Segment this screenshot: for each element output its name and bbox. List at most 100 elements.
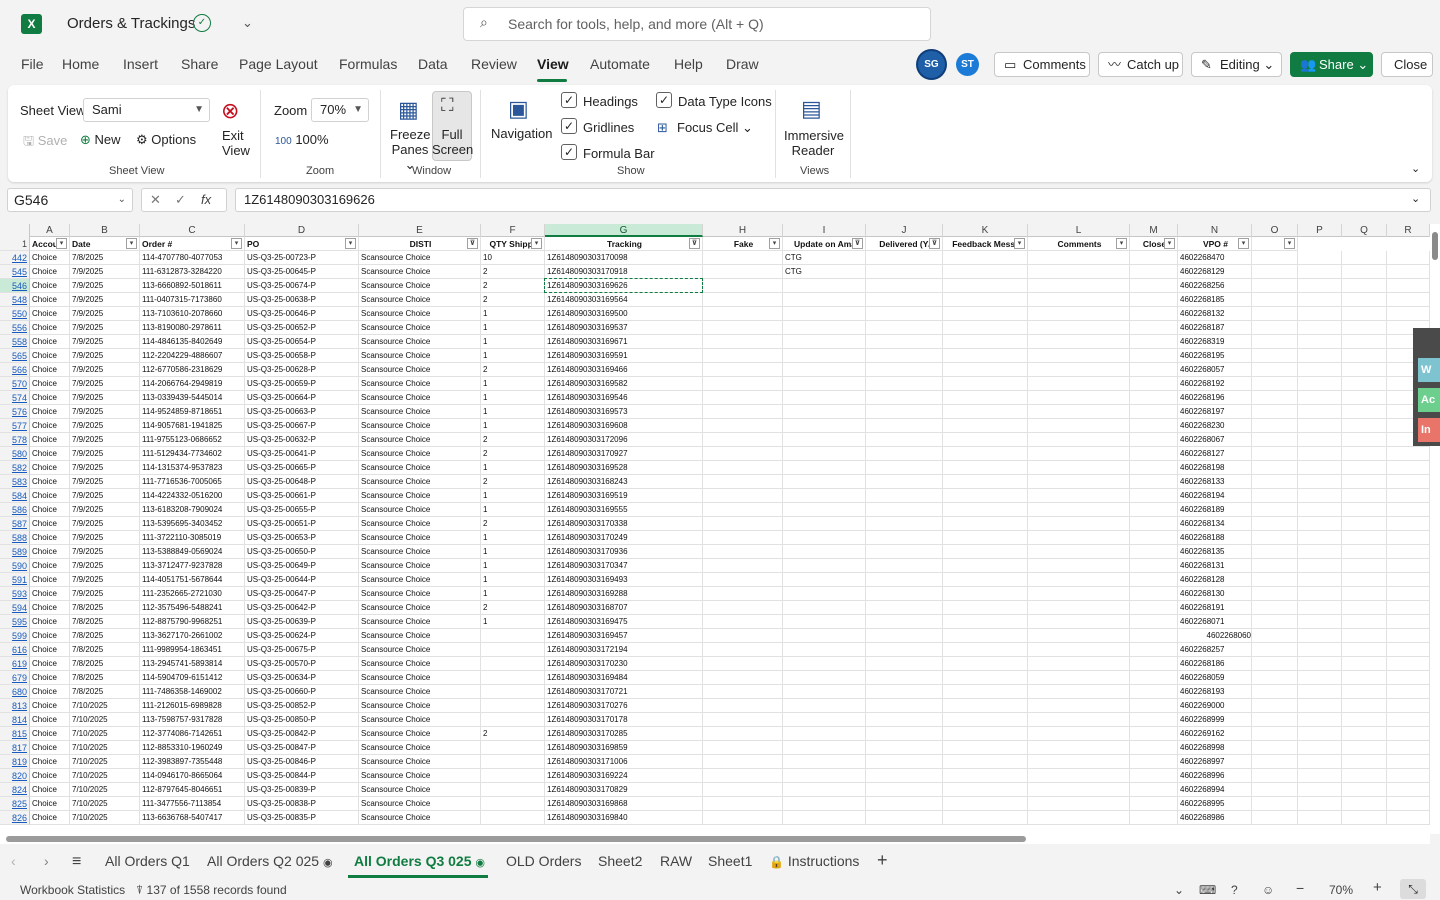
cell-c[interactable]: 111-3722110-3085019 <box>140 531 245 545</box>
tab-scroll-right-icon[interactable]: › <box>44 853 49 869</box>
cell-e[interactable]: Scansource Choice <box>359 769 481 783</box>
cell-j[interactable] <box>866 391 943 405</box>
row-header[interactable]: 548 <box>0 293 30 307</box>
cell-o[interactable] <box>1252 811 1298 825</box>
cell-a[interactable]: Choice <box>30 587 70 601</box>
insert-function-icon[interactable]: fx <box>201 189 211 211</box>
cell-i[interactable] <box>783 811 866 825</box>
cell-i[interactable] <box>783 741 866 755</box>
cell-f[interactable] <box>481 699 545 713</box>
cell-j[interactable] <box>866 783 943 797</box>
cell-r[interactable] <box>1387 475 1430 489</box>
filter-dropdown-icon[interactable]: ▾ <box>231 238 242 249</box>
cell-k[interactable] <box>943 293 1028 307</box>
cell-f[interactable]: 2 <box>481 293 545 307</box>
cell-r[interactable] <box>1387 671 1430 685</box>
cell-c[interactable]: 113-3627170-2661002 <box>140 629 245 643</box>
cell-g[interactable]: 1Z6148090303172194 <box>545 643 703 657</box>
row-header[interactable]: 570 <box>0 377 30 391</box>
zoom-in-button[interactable]: + <box>1373 879 1382 896</box>
cell-l[interactable] <box>1028 741 1130 755</box>
cell-h[interactable] <box>703 545 783 559</box>
cell-a[interactable]: Choice <box>30 531 70 545</box>
cell-b[interactable]: 7/10/2025 <box>70 783 140 797</box>
cell-c[interactable]: 112-2204229-4886607 <box>140 349 245 363</box>
cell-b[interactable]: 7/9/2025 <box>70 489 140 503</box>
cell-c[interactable]: 112-6770586-2318629 <box>140 363 245 377</box>
cell-a[interactable]: Choice <box>30 321 70 335</box>
cell-g[interactable]: 1Z6148090303169564 <box>545 293 703 307</box>
cell-c[interactable]: 113-7103610-2078660 <box>140 307 245 321</box>
avatar-sg[interactable]: SG <box>918 51 945 78</box>
cell-f[interactable]: 1 <box>481 321 545 335</box>
filter-applied-icon[interactable]: ⊽ <box>689 238 700 249</box>
header-cell-n[interactable]: VPO # ▾ <box>1178 237 1252 251</box>
cell-g[interactable]: 1Z6148090303169555 <box>545 503 703 517</box>
cell-o[interactable] <box>1252 545 1298 559</box>
cell-h[interactable] <box>703 447 783 461</box>
tab-all-orders-q3[interactable]: All Orders Q3 025 ◉ <box>354 853 485 869</box>
cell-p[interactable] <box>1298 251 1342 265</box>
cell-k[interactable] <box>943 741 1028 755</box>
row-header[interactable]: 582 <box>0 461 30 475</box>
cell-k[interactable] <box>943 461 1028 475</box>
cell-o[interactable] <box>1252 741 1298 755</box>
cell-a[interactable]: Choice <box>30 601 70 615</box>
cell-e[interactable]: Scansource Choice <box>359 307 481 321</box>
cell-k[interactable] <box>943 783 1028 797</box>
cell-b[interactable]: 7/9/2025 <box>70 279 140 293</box>
cell-q[interactable] <box>1342 797 1387 811</box>
menu-file[interactable]: File <box>21 56 44 72</box>
cell-f[interactable] <box>481 783 545 797</box>
menu-data[interactable]: Data <box>418 56 448 72</box>
cell-j[interactable] <box>866 405 943 419</box>
cell-a[interactable]: Choice <box>30 643 70 657</box>
cell-b[interactable]: 7/9/2025 <box>70 587 140 601</box>
row-header[interactable]: 813 <box>0 699 30 713</box>
cell-k[interactable] <box>943 391 1028 405</box>
cell-r[interactable] <box>1387 293 1430 307</box>
cell-g[interactable]: 1Z6148090303169546 <box>545 391 703 405</box>
cell-j[interactable] <box>866 363 943 377</box>
cell-e[interactable]: Scansource Choice <box>359 811 481 825</box>
cell-n[interactable]: 4602268189 <box>1178 503 1252 517</box>
cell-f[interactable]: 1 <box>481 461 545 475</box>
filter-dropdown-icon[interactable]: ▾ <box>1116 238 1127 249</box>
cell-q[interactable] <box>1342 419 1387 433</box>
cell-m[interactable] <box>1130 755 1178 769</box>
cell-o[interactable] <box>1252 349 1298 363</box>
column-header-l[interactable]: L <box>1028 224 1130 237</box>
row-header[interactable]: 599 <box>0 629 30 643</box>
cell-b[interactable]: 7/9/2025 <box>70 391 140 405</box>
cell-c[interactable]: 111-2126015-6989828 <box>140 699 245 713</box>
cell-d[interactable]: US-Q3-25-00661-P <box>245 489 359 503</box>
cell-r[interactable] <box>1387 503 1430 517</box>
cell-n[interactable]: 4602268187 <box>1178 321 1252 335</box>
cell-m[interactable] <box>1130 797 1178 811</box>
cell-b[interactable]: 7/9/2025 <box>70 293 140 307</box>
cell-e[interactable]: Scansource Choice <box>359 755 481 769</box>
cell-h[interactable] <box>703 349 783 363</box>
cell-j[interactable] <box>866 503 943 517</box>
cell-g[interactable]: 1Z6148090303169537 <box>545 321 703 335</box>
cell-i[interactable] <box>783 713 866 727</box>
cell-n[interactable]: 4602268127 <box>1178 447 1252 461</box>
select-all-corner[interactable] <box>0 224 30 237</box>
cell-p[interactable] <box>1298 475 1342 489</box>
cell-j[interactable] <box>866 279 943 293</box>
cell-f[interactable]: 1 <box>481 405 545 419</box>
cell-p[interactable] <box>1298 713 1342 727</box>
row-header[interactable]: 619 <box>0 657 30 671</box>
cell-h[interactable] <box>703 377 783 391</box>
cell-j[interactable] <box>866 797 943 811</box>
cell-i[interactable] <box>783 503 866 517</box>
row-header[interactable]: 819 <box>0 755 30 769</box>
cell-q[interactable] <box>1342 279 1387 293</box>
cell-i[interactable] <box>783 475 866 489</box>
cell-q[interactable] <box>1342 405 1387 419</box>
cell-g[interactable]: 1Z6148090303170927 <box>545 447 703 461</box>
cell-k[interactable] <box>943 489 1028 503</box>
cell-q[interactable] <box>1342 265 1387 279</box>
cell-o[interactable] <box>1252 433 1298 447</box>
cell-p[interactable] <box>1298 783 1342 797</box>
